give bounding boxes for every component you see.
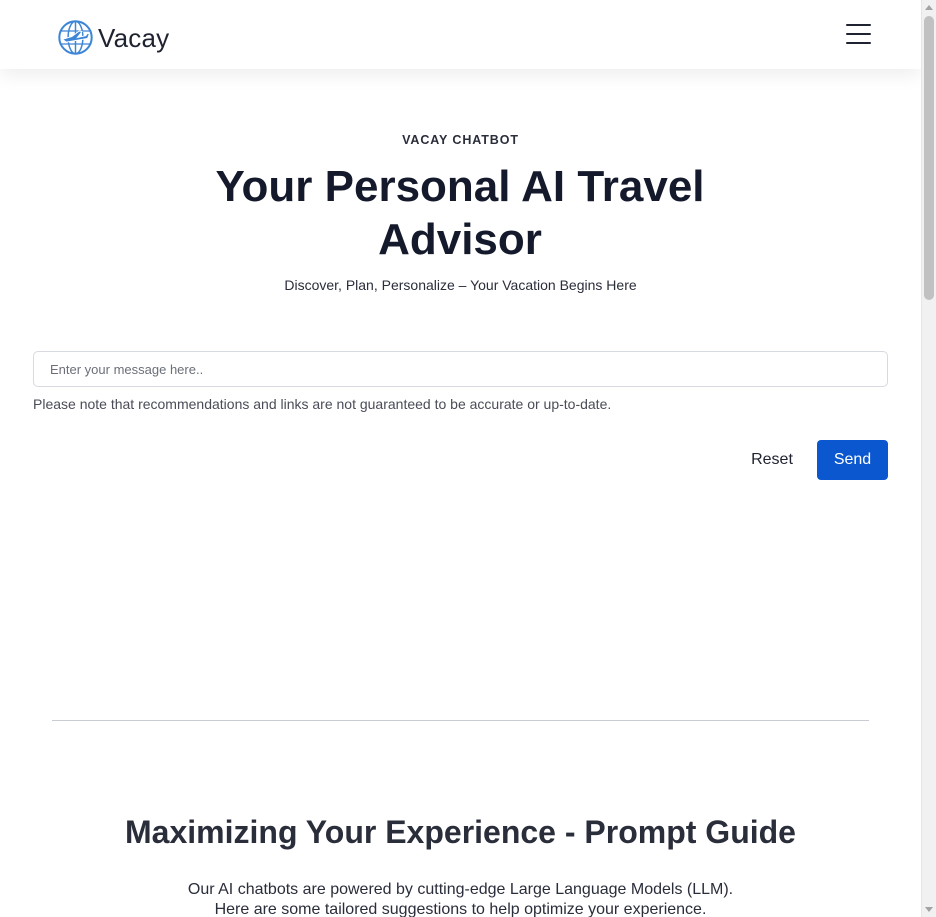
site-header: Vacay [0, 0, 921, 69]
scrollbar-thumb[interactable] [924, 16, 934, 300]
scroll-down-arrow-icon[interactable] [925, 907, 933, 912]
prompt-guide-intro: Our AI chatbots are powered by cutting-e… [0, 880, 921, 917]
prompt-guide-title: Maximizing Your Experience - Prompt Guid… [125, 814, 796, 850]
reset-button[interactable]: Reset [738, 440, 806, 480]
menu-line [846, 33, 871, 35]
prompt-guide-intro-line: Here are some tailored suggestions to he… [214, 901, 707, 917]
menu-line [846, 24, 871, 26]
brand-name: Vacay [98, 23, 170, 53]
globe-airplane-icon [58, 19, 93, 55]
page-title: Your Personal AI Travel Advisor [215, 162, 705, 264]
page-scrollbar[interactable] [921, 0, 936, 917]
menu-line [846, 42, 871, 44]
disclaimer-text: Please note that recommendations and lin… [33, 396, 612, 412]
section-divider [52, 720, 869, 721]
section-eyebrow: VACAY CHATBOT [402, 133, 519, 147]
chat-message-input[interactable] [33, 351, 888, 387]
scroll-up-arrow-icon[interactable] [925, 5, 933, 10]
hamburger-menu-icon[interactable] [846, 24, 871, 44]
page-subtitle: Discover, Plan, Personalize – Your Vacat… [284, 277, 637, 293]
page: Vacay VACAY CHATBOT Your Personal AI Tra… [0, 0, 921, 917]
prompt-guide-intro-line: Our AI chatbots are powered by cutting-e… [187, 881, 734, 898]
browser-viewport: Vacay VACAY CHATBOT Your Personal AI Tra… [0, 0, 936, 917]
send-button[interactable]: Send [817, 440, 888, 480]
brand-home-link[interactable]: Vacay [57, 18, 169, 56]
